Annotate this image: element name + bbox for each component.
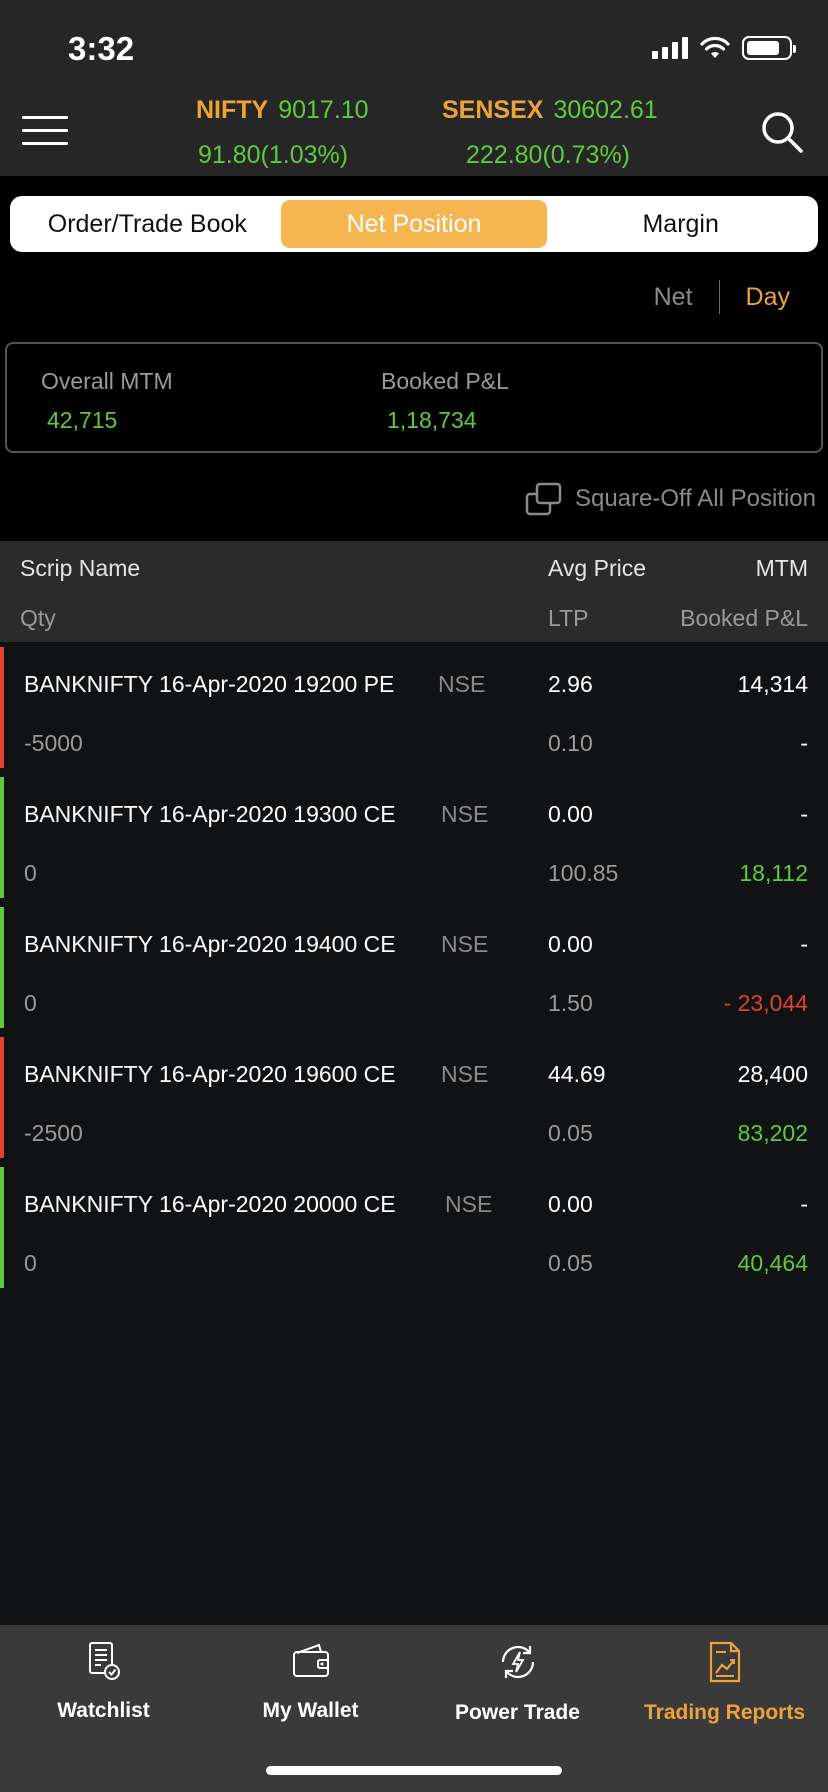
row-booked-pl: 40,464 — [737, 1250, 808, 1276]
row-avg-price: 0.00 — [548, 801, 593, 827]
sensex-change: 222.80(0.73%) — [466, 141, 631, 169]
row-mtm: 28,400 — [737, 1061, 808, 1087]
row-avg-price: 44.69 — [548, 1061, 606, 1087]
tab-net-position[interactable]: Net Position — [280, 200, 548, 248]
row-avg-price: 2.96 — [548, 671, 593, 697]
net-day-toggle: Net Day — [654, 280, 790, 314]
table-row[interactable]: BANKNIFTY 16-Apr-2020 20000 CE NSE 0.00 … — [0, 1167, 828, 1288]
positions-table-header: Scrip Name Avg Price MTM Qty LTP Booked … — [0, 541, 828, 642]
row-ltp: 0.05 — [548, 1120, 593, 1146]
menu-button[interactable] — [22, 116, 68, 146]
nav-trading-reports[interactable]: Trading Reports — [621, 1641, 828, 1725]
square-off-icon — [525, 482, 562, 516]
nifty-change: 91.80(1.03%) — [198, 141, 349, 169]
watchlist-icon — [88, 1642, 120, 1680]
row-side-indicator — [0, 777, 4, 898]
net-option[interactable]: Net — [654, 283, 693, 312]
row-qty: 0 — [24, 860, 37, 886]
tab-margin[interactable]: Margin — [547, 200, 814, 248]
trading-reports-icon — [709, 1641, 740, 1683]
row-side-indicator — [0, 647, 4, 768]
header-booked-pl: Booked P&L — [680, 605, 808, 631]
row-ltp: 0.05 — [548, 1250, 593, 1276]
row-exchange: NSE — [445, 1191, 493, 1217]
sensex-name: SENSEX — [442, 96, 544, 124]
nifty-index[interactable]: NIFTY 9017.10 — [196, 96, 369, 125]
row-mtm: - — [800, 801, 808, 827]
row-mtm: - — [800, 931, 808, 957]
booked-pl-label: Booked P&L — [381, 368, 509, 394]
battery-icon — [742, 36, 796, 60]
nav-trading-reports-label: Trading Reports — [643, 1701, 806, 1724]
row-side-indicator — [0, 907, 4, 1028]
row-scrip-name: BANKNIFTY 16-Apr-2020 19600 CE — [24, 1061, 396, 1087]
tab-order-trade-book[interactable]: Order/Trade Book — [14, 200, 281, 248]
power-trade-icon — [501, 1645, 534, 1679]
header-ltp: LTP — [548, 605, 589, 631]
row-booked-pl: 18,112 — [739, 860, 808, 886]
nav-power-trade[interactable]: Power Trade — [414, 1641, 621, 1725]
nav-my-wallet[interactable]: My Wallet — [207, 1641, 414, 1723]
row-avg-price: 0.00 — [548, 1191, 593, 1217]
row-side-indicator — [0, 1167, 4, 1288]
nav-watchlist-label: Watchlist — [57, 1699, 150, 1722]
table-row[interactable]: BANKNIFTY 16-Apr-2020 19400 CE NSE 0.00 … — [0, 907, 828, 1028]
day-option[interactable]: Day — [746, 283, 790, 312]
sensex-index[interactable]: SENSEX 30602.61 — [442, 96, 658, 125]
table-row[interactable]: BANKNIFTY 16-Apr-2020 19200 PE NSE 2.96 … — [0, 647, 828, 768]
booked-pl-value: 1,18,734 — [387, 407, 477, 433]
nav-watchlist[interactable]: Watchlist — [0, 1641, 207, 1723]
header-mtm: MTM — [755, 555, 808, 581]
hamburger-icon — [22, 116, 68, 119]
header-avg-price: Avg Price — [548, 555, 647, 581]
row-exchange: NSE — [438, 671, 486, 697]
row-qty: 0 — [24, 1250, 37, 1276]
overall-mtm-label: Overall MTM — [41, 368, 173, 394]
row-avg-price: 0.00 — [548, 931, 593, 957]
row-side-indicator — [0, 1037, 4, 1158]
row-exchange: NSE — [441, 1061, 489, 1087]
nifty-value: 9017.10 — [278, 96, 369, 124]
toggle-divider — [718, 280, 720, 314]
row-mtm: - — [800, 1191, 808, 1217]
header-scrip-name: Scrip Name — [20, 555, 141, 581]
summary-card: Overall MTM 42,715 Booked P&L 1,18,734 — [5, 342, 823, 453]
row-qty: -5000 — [24, 730, 83, 756]
home-indicator[interactable] — [266, 1766, 562, 1775]
row-scrip-name: BANKNIFTY 16-Apr-2020 19400 CE — [24, 931, 396, 957]
row-exchange: NSE — [441, 931, 489, 957]
row-ltp: 100.85 — [548, 860, 619, 886]
row-ltp: 0.10 — [548, 730, 593, 756]
square-off-label: Square-Off All Position — [574, 485, 816, 512]
overall-mtm-value: 42,715 — [47, 407, 118, 433]
signal-icon — [652, 37, 688, 59]
header-qty: Qty — [20, 605, 56, 631]
row-ltp: 1.50 — [548, 990, 593, 1016]
table-row[interactable]: BANKNIFTY 16-Apr-2020 19600 CE NSE 44.69… — [0, 1037, 828, 1158]
report-tabs: Order/Trade Book Net Position Margin — [10, 196, 818, 252]
nav-my-wallet-label: My Wallet — [262, 1699, 359, 1722]
wifi-icon — [700, 36, 730, 58]
sensex-value: 30602.61 — [553, 96, 658, 124]
row-exchange: NSE — [441, 801, 489, 827]
row-booked-pl: - 23,044 — [723, 990, 808, 1016]
row-booked-pl: - — [800, 730, 808, 756]
table-row[interactable]: BANKNIFTY 16-Apr-2020 19300 CE NSE 0.00 … — [0, 777, 828, 898]
square-off-all-button[interactable]: Square-Off All Position — [525, 482, 816, 516]
nav-power-trade-label: Power Trade — [455, 1701, 580, 1724]
nifty-name: NIFTY — [196, 96, 269, 124]
status-time: 3:32 — [68, 30, 135, 67]
row-scrip-name: BANKNIFTY 16-Apr-2020 19300 CE — [24, 801, 396, 827]
status-icons — [652, 36, 796, 60]
top-bar: 3:32 NIFTY 9017.10 91.80(1.03%) SENSEX 306… — [0, 0, 828, 176]
row-mtm: 14,314 — [737, 671, 808, 697]
row-qty: -2500 — [24, 1120, 83, 1146]
row-qty: 0 — [24, 990, 37, 1016]
row-scrip-name: BANKNIFTY 16-Apr-2020 19200 PE — [24, 671, 395, 697]
search-button[interactable] — [760, 110, 804, 154]
row-scrip-name: BANKNIFTY 16-Apr-2020 20000 CE — [24, 1191, 396, 1217]
search-icon — [762, 112, 803, 153]
wallet-icon — [292, 1643, 329, 1677]
row-booked-pl: 83,202 — [737, 1120, 808, 1146]
